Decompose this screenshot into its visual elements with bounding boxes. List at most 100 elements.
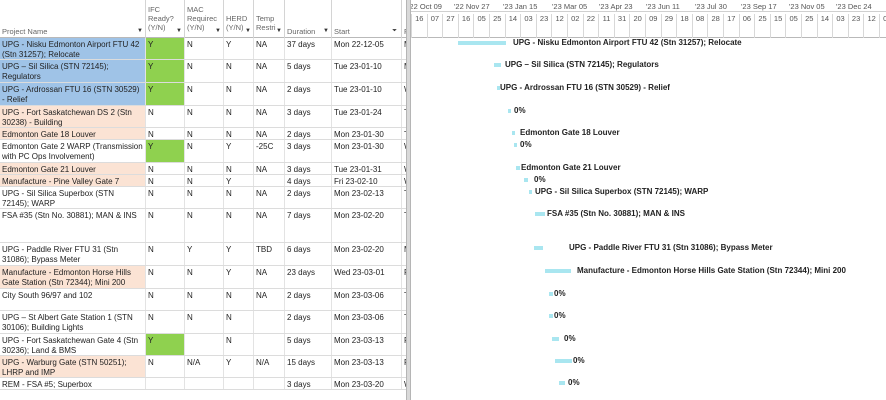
cell-herd[interactable]: Y xyxy=(224,175,254,186)
cell-mac[interactable]: N xyxy=(185,163,224,174)
cell-mac[interactable] xyxy=(185,334,224,355)
cell-name[interactable]: Manufacture - Edmonton Horse Hills Gate … xyxy=(0,266,146,288)
cell-name[interactable]: City South 96/97 and 102 xyxy=(0,289,146,310)
cell-ifc[interactable] xyxy=(146,378,185,389)
cell-herd[interactable]: N xyxy=(224,334,254,355)
cell-ifc[interactable]: Y xyxy=(146,83,185,105)
cell-ifc[interactable]: N xyxy=(146,175,185,186)
task-bar[interactable] xyxy=(549,292,553,296)
task-bar[interactable] xyxy=(516,166,520,170)
cell-mac[interactable]: N xyxy=(185,289,224,310)
filter-icon[interactable]: ⏷ xyxy=(392,27,397,36)
cell-duration[interactable]: 3 days xyxy=(285,140,332,162)
table-row[interactable]: UPG - Warburg Gate (STN 50251); LHRP and… xyxy=(0,356,406,378)
cell-name[interactable]: UPG - Paddle River FTU 31 (Stn 31086); B… xyxy=(0,243,146,265)
cell-temp[interactable] xyxy=(254,378,285,389)
table-row[interactable]: UPG - Fort Saskatchewan Gate 4 (Stn 3023… xyxy=(0,334,406,356)
cell-temp[interactable]: NA xyxy=(254,128,285,139)
column-header-start[interactable]: Start ⏷ xyxy=(332,0,402,38)
table-row[interactable]: UPG - Nisku Edmonton Airport FTU 42 (Stn… xyxy=(0,38,406,60)
cell-duration[interactable]: 15 days xyxy=(285,356,332,377)
cell-ifc[interactable]: N xyxy=(146,128,185,139)
cell-start[interactable]: Mon 23-01-30 xyxy=(332,128,402,139)
column-header-temp[interactable]: Temp Restri ▼ xyxy=(254,0,285,38)
cell-temp[interactable] xyxy=(254,334,285,355)
task-bar[interactable] xyxy=(555,359,572,363)
cell-herd[interactable]: Y xyxy=(224,140,254,162)
table-row[interactable]: UPG - Fort Saskatchewan DS 2 (Stn 30238)… xyxy=(0,106,406,128)
cell-ifc[interactable]: N xyxy=(146,209,185,242)
cell-name[interactable]: UPG – St Albert Gate Station 1 (STN 3010… xyxy=(0,311,146,333)
cell-duration[interactable]: 3 days xyxy=(285,106,332,127)
cell-ifc[interactable]: Y xyxy=(146,60,185,82)
cell-start[interactable]: Tue 23-01-31 xyxy=(332,163,402,174)
cell-duration[interactable]: 2 days xyxy=(285,311,332,333)
cell-name[interactable]: UPG – Sil Silica (STN 72145); Regulators xyxy=(0,60,146,82)
task-bar[interactable] xyxy=(535,212,545,216)
cell-temp[interactable] xyxy=(254,175,285,186)
cell-mac[interactable]: N xyxy=(185,209,224,242)
cell-start[interactable]: Mon 23-01-30 xyxy=(332,140,402,162)
table-row[interactable]: UPG – Sil Silica (STN 72145); Regulators… xyxy=(0,60,406,83)
filter-dropdown-icon[interactable]: ▼ xyxy=(323,27,329,36)
cell-ifc[interactable]: N xyxy=(146,311,185,333)
filter-dropdown-icon[interactable]: ▼ xyxy=(245,27,251,36)
cell-start[interactable]: Mon 23-03-13 xyxy=(332,334,402,355)
filter-dropdown-icon[interactable]: ▼ xyxy=(137,27,143,36)
cell-temp[interactable]: NA xyxy=(254,60,285,82)
task-bar[interactable] xyxy=(549,314,553,318)
filter-dropdown-icon[interactable]: ▼ xyxy=(276,27,282,36)
cell-duration[interactable]: 2 days xyxy=(285,83,332,105)
cell-duration[interactable]: 3 days xyxy=(285,163,332,174)
cell-ifc[interactable]: N xyxy=(146,243,185,265)
table-row[interactable]: UPG - Paddle River FTU 31 (Stn 31086); B… xyxy=(0,243,406,266)
cell-temp[interactable]: NA xyxy=(254,83,285,105)
cell-mac[interactable] xyxy=(185,378,224,389)
cell-temp[interactable]: NA xyxy=(254,38,285,59)
table-row[interactable]: REM - FSA #5; Superbox 3 days Mon 23-03-20… xyxy=(0,378,406,390)
cell-ifc[interactable]: N xyxy=(146,163,185,174)
task-bar[interactable] xyxy=(534,246,543,250)
cell-mac[interactable]: N xyxy=(185,311,224,333)
table-row[interactable]: City South 96/97 and 102 N N N NA 2 days Mon 2… xyxy=(0,289,406,311)
cell-mac[interactable]: Y xyxy=(185,243,224,265)
cell-herd[interactable]: Y xyxy=(224,243,254,265)
cell-start[interactable]: Mon 23-02-20 xyxy=(332,209,402,242)
cell-start[interactable]: Tue 23-01-10 xyxy=(332,83,402,105)
cell-ifc[interactable]: Y xyxy=(146,334,185,355)
cell-mac[interactable]: N xyxy=(185,83,224,105)
cell-ifc[interactable]: Y xyxy=(146,140,185,162)
cell-duration[interactable]: 37 days xyxy=(285,38,332,59)
cell-name[interactable]: UPG - Sil Silica Superbox (STN 72145); W… xyxy=(0,187,146,208)
cell-herd[interactable]: Y xyxy=(224,356,254,377)
cell-name[interactable]: Edmonton Gate 2 WARP (Transmission with … xyxy=(0,140,146,162)
cell-name[interactable]: UPG - Fort Saskatchewan DS 2 (Stn 30238)… xyxy=(0,106,146,127)
task-bar[interactable] xyxy=(545,269,571,273)
cell-herd[interactable]: N xyxy=(224,106,254,127)
cell-temp[interactable]: TBD xyxy=(254,243,285,265)
cell-mac[interactable]: N/A xyxy=(185,356,224,377)
cell-duration[interactable]: 2 days xyxy=(285,289,332,310)
cell-duration[interactable]: 5 days xyxy=(285,60,332,82)
cell-start[interactable]: Mon 23-03-06 xyxy=(332,289,402,310)
cell-start[interactable]: Tue 23-01-24 xyxy=(332,106,402,127)
cell-start[interactable]: Mon 23-03-06 xyxy=(332,311,402,333)
cell-ifc[interactable]: Y xyxy=(146,38,185,59)
cell-herd[interactable]: N xyxy=(224,128,254,139)
task-bar[interactable] xyxy=(559,381,565,385)
table-row[interactable]: FSA #35 (Stn No. 30881); MAN & INS N N N NA 7… xyxy=(0,209,406,243)
cell-temp[interactable]: NA xyxy=(254,209,285,242)
cell-herd[interactable]: N xyxy=(224,209,254,242)
cell-mac[interactable]: N xyxy=(185,60,224,82)
cell-name[interactable]: UPG - Nisku Edmonton Airport FTU 42 (Stn… xyxy=(0,38,146,59)
cell-temp[interactable]: NA xyxy=(254,266,285,288)
cell-mac[interactable]: N xyxy=(185,187,224,208)
cell-mac[interactable]: N xyxy=(185,128,224,139)
cell-duration[interactable]: 23 days xyxy=(285,266,332,288)
cell-name[interactable]: FSA #35 (Stn No. 30881); MAN & INS xyxy=(0,209,146,242)
cell-duration[interactable]: 3 days xyxy=(285,378,332,389)
cell-duration[interactable]: 2 days xyxy=(285,128,332,139)
cell-start[interactable]: Mon 23-03-13 xyxy=(332,356,402,377)
table-row[interactable]: Edmonton Gate 21 Louver N N N NA 3 days Tue 23… xyxy=(0,163,406,175)
cell-start[interactable]: Mon 22-12-05 xyxy=(332,38,402,59)
